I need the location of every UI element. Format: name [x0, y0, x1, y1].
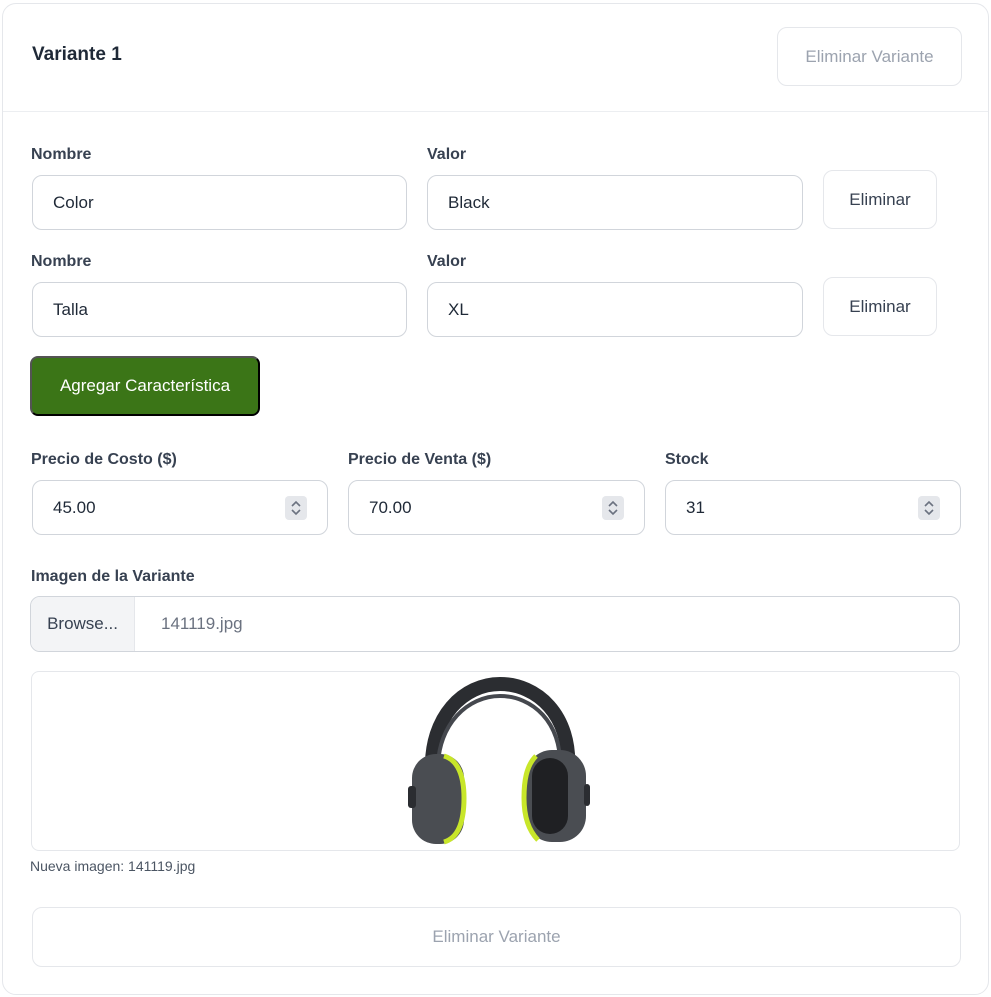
add-characteristic-button[interactable]: Agregar Característica	[30, 356, 260, 416]
stock-spinner-icon[interactable]	[918, 496, 940, 520]
sale-price-spinner-icon[interactable]	[602, 496, 624, 520]
sale-price-input[interactable]: 70.00	[348, 480, 645, 535]
variant-title: Variante 1	[32, 44, 122, 65]
sale-price-value: 70.00	[369, 497, 412, 517]
variant-card-header: Variante 1 Eliminar Variante	[3, 4, 988, 112]
char-2-name-value: Talla	[53, 299, 88, 319]
char-1-value-label: Valor	[427, 146, 467, 163]
variant-image-label: Imagen de la Variante	[31, 568, 195, 585]
browse-button[interactable]: Browse...	[31, 597, 135, 651]
sale-price-label: Precio de Venta ($)	[348, 451, 492, 468]
char-1-name-label: Nombre	[31, 146, 92, 163]
variant-image-file-input[interactable]: Browse... 141119.jpg	[30, 596, 960, 652]
char-2-value-value: XL	[448, 299, 469, 319]
cost-price-input[interactable]: 45.00	[32, 480, 328, 535]
char-1-name-value: Color	[53, 192, 94, 212]
stock-value: 31	[686, 497, 705, 517]
image-preview	[31, 671, 960, 851]
char-2-name-label: Nombre	[31, 253, 92, 270]
char-1-remove-button[interactable]: Eliminar	[823, 170, 937, 229]
remove-variant-header-button[interactable]: Eliminar Variante	[777, 27, 962, 86]
cost-price-value: 45.00	[53, 497, 96, 517]
selected-file-name: 141119.jpg	[161, 614, 243, 633]
remove-variant-footer-button[interactable]: Eliminar Variante	[32, 907, 961, 967]
new-image-caption: Nueva imagen: 141119.jpg	[30, 858, 196, 874]
char-2-value-label: Valor	[427, 253, 467, 270]
char-2-value-input[interactable]: XL	[427, 282, 803, 337]
char-2-remove-button[interactable]: Eliminar	[823, 277, 937, 336]
char-1-name-input[interactable]: Color	[32, 175, 407, 230]
cost-price-spinner-icon[interactable]	[285, 496, 307, 520]
char-1-value-input[interactable]: Black	[427, 175, 803, 230]
earmuffs-icon	[408, 676, 590, 845]
char-2-name-input[interactable]: Talla	[32, 282, 407, 337]
stock-input[interactable]: 31	[665, 480, 961, 535]
char-1-value-value: Black	[448, 192, 490, 212]
cost-price-label: Precio de Costo ($)	[31, 451, 177, 468]
stock-label: Stock	[665, 451, 709, 468]
